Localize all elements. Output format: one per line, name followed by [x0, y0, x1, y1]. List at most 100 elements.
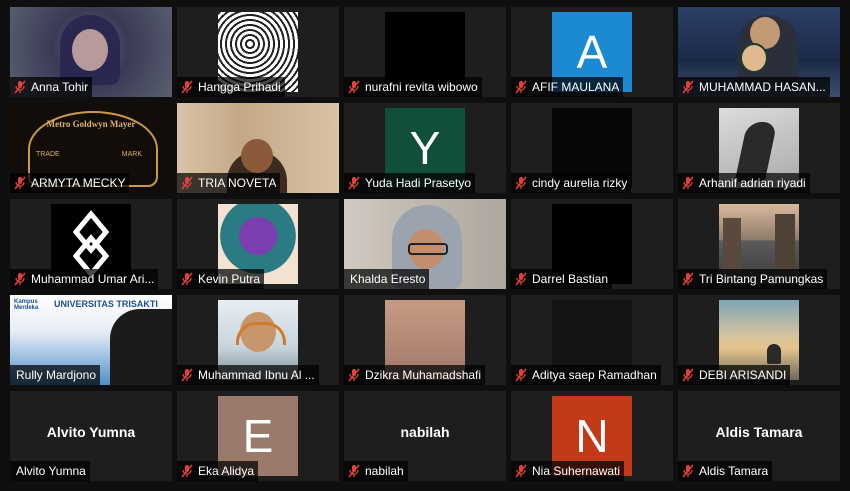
- building-right: [775, 214, 795, 274]
- participant-name: Arhanif adrian riyadi: [699, 176, 806, 190]
- participant-name: Muhammad Ibnu Al ...: [198, 368, 315, 382]
- participant-name: Nia Suhernawati: [532, 464, 621, 478]
- participant-name: Aditya saep Ramadhan: [532, 368, 657, 382]
- building-left: [723, 218, 741, 274]
- participant-name: Aldis Tamara: [699, 464, 769, 478]
- participant-name: Eka Alidya: [198, 464, 255, 478]
- muted-mic-icon: [348, 464, 360, 478]
- participant-label: MUHAMMAD HASAN...: [678, 77, 830, 97]
- muted-mic-icon: [348, 80, 360, 94]
- participant-name: AFIF MAULANA: [532, 80, 620, 94]
- participant-name: Rully Mardjono: [16, 368, 97, 382]
- participant-label: Dzikra Muhamadshafi: [344, 365, 486, 385]
- participant-name: Hangga Prihadi: [198, 80, 281, 94]
- participant-label: Hangga Prihadi: [177, 77, 285, 97]
- participant-tile-active-speaker[interactable]: Khalda Eresto: [344, 199, 506, 289]
- muted-mic-icon: [181, 80, 193, 94]
- participant-tile[interactable]: Aditya saep Ramadhan: [511, 295, 673, 385]
- participant-tile[interactable]: Anna Tohir: [10, 7, 172, 97]
- participant-name: Alvito Yumna: [16, 464, 86, 478]
- participant-tile[interactable]: Y Yuda Hadi Prasetyo: [344, 103, 506, 193]
- participant-label: nabilah: [344, 461, 408, 481]
- participant-tile[interactable]: Arhanif adrian riyadi: [678, 103, 840, 193]
- participant-name: Kevin Putra: [198, 272, 261, 286]
- participant-tile[interactable]: Kampus Merdeka UNIVERSITAS TRISAKTI Rull…: [10, 295, 172, 385]
- participant-name: TRIA NOVETA: [198, 176, 277, 190]
- participant-label: Arhanif adrian riyadi: [678, 173, 810, 193]
- participant-tile[interactable]: A AFIF MAULANA: [511, 7, 673, 97]
- muted-mic-icon: [181, 368, 193, 382]
- participant-label: cindy aurelia rizky: [511, 173, 632, 193]
- muted-mic-icon: [682, 176, 694, 190]
- participant-name: nurafni revita wibowo: [365, 80, 478, 94]
- participant-tile[interactable]: E Eka Alidya: [177, 391, 339, 481]
- participant-tile[interactable]: nurafni revita wibowo: [344, 7, 506, 97]
- participant-label: ARMYTA MECKY: [10, 173, 130, 193]
- participant-tile[interactable]: Darrel Bastian: [511, 199, 673, 289]
- muted-mic-icon: [682, 80, 694, 94]
- participant-tile[interactable]: Metro Goldwyn Mayer TRADE MARK ARMYTA ME…: [10, 103, 172, 193]
- participant-label: Muhammad Ibnu Al ...: [177, 365, 319, 385]
- muted-mic-icon: [348, 368, 360, 382]
- muted-mic-icon: [14, 80, 26, 94]
- muted-mic-icon: [14, 176, 26, 190]
- participant-name: cindy aurelia rizky: [532, 176, 628, 190]
- participant-label: AFIF MAULANA: [511, 77, 624, 97]
- muted-mic-icon: [682, 272, 694, 286]
- participant-tile[interactable]: Hangga Prihadi: [177, 7, 339, 97]
- participant-tile[interactable]: Dzikra Muhamadshafi: [344, 295, 506, 385]
- participant-tile[interactable]: MUHAMMAD HASAN...: [678, 7, 840, 97]
- muted-mic-icon: [181, 464, 193, 478]
- participant-name: Muhammad Umar Ari...: [31, 272, 155, 286]
- participant-label: Eka Alidya: [177, 461, 259, 481]
- muted-mic-icon: [181, 176, 193, 190]
- participant-label: nurafni revita wibowo: [344, 77, 482, 97]
- participant-name: nabilah: [365, 464, 404, 478]
- participant-label: Alvito Yumna: [10, 461, 90, 481]
- participant-label: Aldis Tamara: [678, 461, 773, 481]
- participant-tile[interactable]: DEBI ARISANDI: [678, 295, 840, 385]
- participant-label: Muhammad Umar Ari...: [10, 269, 159, 289]
- participant-tile[interactable]: cindy aurelia rizky: [511, 103, 673, 193]
- muted-mic-icon: [348, 176, 360, 190]
- participant-grid: Anna Tohir Hangga Prihadi nurafni revita…: [10, 7, 840, 485]
- participant-name: Darrel Bastian: [532, 272, 609, 286]
- participant-label: Aditya saep Ramadhan: [511, 365, 661, 385]
- participant-label: Yuda Hadi Prasetyo: [344, 173, 476, 193]
- participant-label: DEBI ARISANDI: [678, 365, 791, 385]
- participant-tile[interactable]: Muhammad Ibnu Al ...: [177, 295, 339, 385]
- participant-label: TRIA NOVETA: [177, 173, 281, 193]
- participant-name: MUHAMMAD HASAN...: [699, 80, 826, 94]
- participant-tile[interactable]: TRIA NOVETA: [177, 103, 339, 193]
- muted-mic-icon: [515, 464, 527, 478]
- participant-tile[interactable]: Alvito Yumna Alvito Yumna: [10, 391, 172, 481]
- muted-mic-icon: [181, 272, 193, 286]
- headset: [236, 322, 286, 345]
- participant-label: Kevin Putra: [177, 269, 265, 289]
- muted-mic-icon: [515, 176, 527, 190]
- mgm-mark: MARK: [121, 151, 142, 158]
- muted-mic-icon: [682, 464, 694, 478]
- participant-name: DEBI ARISANDI: [699, 368, 787, 382]
- univ-badge: Kampus Merdeka: [14, 299, 39, 311]
- participant-tile[interactable]: Tri Bintang Pamungkas: [678, 199, 840, 289]
- participant-label: Rully Mardjono: [10, 365, 101, 385]
- glasses: [408, 243, 448, 255]
- participant-tile[interactable]: N Nia Suhernawati: [511, 391, 673, 481]
- participant-name: Anna Tohir: [31, 80, 89, 94]
- face: [72, 29, 108, 71]
- univ-name: UNIVERSITAS TRISAKTI: [54, 299, 158, 309]
- mgm-trade: TRADE: [36, 151, 60, 158]
- participant-tile[interactable]: Kevin Putra: [177, 199, 339, 289]
- participant-name: ARMYTA MECKY: [31, 176, 126, 190]
- participant-tile[interactable]: Aldis Tamara Aldis Tamara: [678, 391, 840, 481]
- participant-tile[interactable]: nabilah nabilah: [344, 391, 506, 481]
- participant-name: Khalda Eresto: [350, 272, 426, 286]
- mgm-title: Metro Goldwyn Mayer: [46, 119, 136, 129]
- person-overlay: [110, 309, 172, 385]
- participant-tile[interactable]: Muhammad Umar Ari...: [10, 199, 172, 289]
- silhouette-figure: [767, 344, 781, 364]
- participant-label: Tri Bintang Pamungkas: [678, 269, 828, 289]
- pip-face: [740, 43, 768, 73]
- participant-label: Nia Suhernawati: [511, 461, 625, 481]
